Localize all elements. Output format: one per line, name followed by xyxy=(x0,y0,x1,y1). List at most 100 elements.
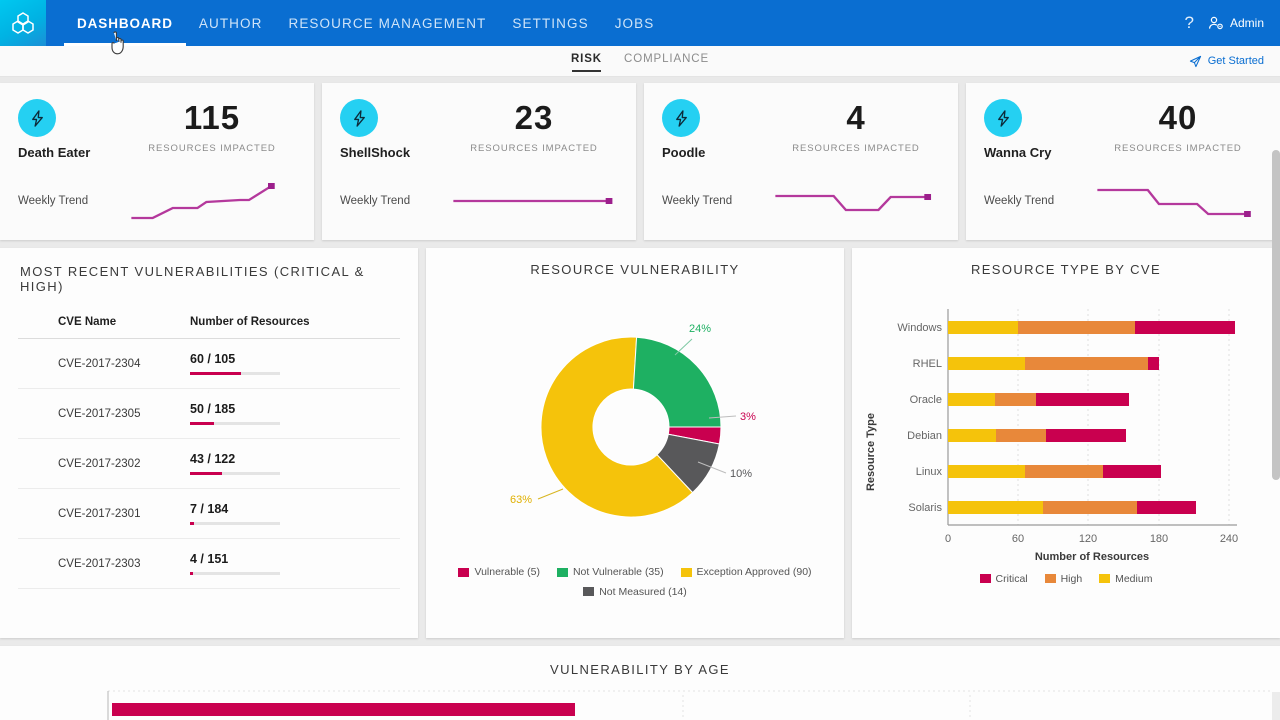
page-scrollbar-track[interactable] xyxy=(1272,692,1280,720)
cell-resources: 50 / 185 xyxy=(190,388,400,439)
help-icon[interactable]: ? xyxy=(1185,13,1194,33)
user-gear-icon xyxy=(1208,16,1223,30)
bar-rhel-medium xyxy=(948,357,1025,370)
get-started-label: Get Started xyxy=(1207,55,1264,67)
table-row[interactable]: CVE-2017-2303 4 / 151 xyxy=(18,538,400,589)
donut-chart: 3% 10% 63% 24% xyxy=(510,323,756,518)
bottom-panel-title: VULNERABILITY BY AGE xyxy=(550,662,730,677)
table-row[interactable]: CVE-2017-2305 50 / 185 xyxy=(18,388,400,439)
kpi-identity: Poodle xyxy=(662,99,772,160)
kpi-trend-label: Weekly Trend xyxy=(18,195,89,207)
cell-cve-name: CVE-2017-2301 xyxy=(18,488,190,539)
bars-y-axis-title: Resource Type xyxy=(865,413,877,491)
page-scrollbar-thumb[interactable] xyxy=(1272,150,1280,480)
ratio-bar-fill xyxy=(190,522,194,525)
donut-label-vulnerable-pct: 3% xyxy=(740,411,756,423)
legend-label-not-vulnerable: Not Vulnerable (35) xyxy=(572,566,664,578)
cell-resources: 43 / 122 xyxy=(190,438,400,489)
column-number-of-resources: Number of Resources xyxy=(190,316,400,339)
kpi-card-poodle[interactable]: Poodle 4 RESOURCES IMPACTED Weekly Trend xyxy=(644,83,958,240)
cell-resources: 7 / 184 xyxy=(190,488,400,539)
kpi-card-death-eater[interactable]: Death Eater 115 RESOURCES IMPACTED Weekl… xyxy=(0,83,314,240)
panel-resource-type-by-cve: RESOURCE TYPE BY CVE Resource Type Windo… xyxy=(852,248,1280,638)
lightning-bolt-icon xyxy=(18,99,56,137)
bar-windows-medium xyxy=(948,321,1018,334)
ratio-bar-fill xyxy=(190,372,241,375)
bar-oracle-medium xyxy=(948,393,995,406)
legend-swatch-vulnerable xyxy=(458,567,470,577)
kpi-card-shellshock[interactable]: ShellShock 23 RESOURCES IMPACTED Weekly … xyxy=(322,83,636,240)
panel-vulnerability-by-age: VULNERABILITY BY AGE xyxy=(0,646,1280,720)
nav-item-settings[interactable]: SETTINGS xyxy=(499,0,601,46)
sparkline-wanna-cry xyxy=(1097,188,1251,217)
legend-item-vulnerable[interactable]: Vulnerable (5) xyxy=(458,563,540,581)
paper-plane-icon xyxy=(1189,55,1201,67)
kpi-caption: RESOURCES IMPACTED xyxy=(470,143,598,154)
legend-item-critical[interactable]: Critical xyxy=(979,572,1028,585)
legend-item-not-vulnerable[interactable]: Not Vulnerable (35) xyxy=(556,563,664,581)
dashboard-app: DASHBOARD AUTHOR RESOURCE MANAGEMENT SET… xyxy=(0,0,1280,720)
bar-oracle-critical xyxy=(1036,393,1129,406)
bar-solaris-high xyxy=(1043,501,1137,514)
legend-item-exception-approved[interactable]: Exception Approved (90) xyxy=(680,563,812,581)
resource-ratio: 50 / 185 xyxy=(190,402,236,416)
bar-age-critical xyxy=(112,703,575,716)
nav-label-author: AUTHOR xyxy=(198,15,263,31)
table-row[interactable]: CVE-2017-2302 43 / 122 xyxy=(18,438,400,489)
stacked-bar-chart: Resource Type Windows RHEL Oracle Debian… xyxy=(865,309,1238,563)
ratio-bar-track xyxy=(190,422,280,425)
nav-item-resource-management[interactable]: RESOURCE MANAGEMENT xyxy=(275,0,499,46)
bars-xtick-120: 120 xyxy=(1079,533,1097,545)
bar-oracle-high xyxy=(995,393,1036,406)
kpi-name: Poodle xyxy=(662,145,706,160)
table-row[interactable]: CVE-2017-2301 7 / 184 xyxy=(18,488,400,539)
tab-risk[interactable]: RISK xyxy=(570,53,603,72)
legend-label-critical: Critical xyxy=(995,572,1028,585)
nav-label-settings: SETTINGS xyxy=(512,15,589,31)
table-row[interactable]: CVE-2017-2304 60 / 105 xyxy=(18,338,400,389)
resource-ratio: 60 / 105 xyxy=(190,352,236,366)
sparkline-poodle xyxy=(775,194,932,212)
kpi-top-row: Death Eater 115 RESOURCES IMPACTED xyxy=(18,99,296,160)
legend-swatch-exception-approved xyxy=(680,567,692,577)
kpi-value: 23 xyxy=(514,99,554,136)
donut-label-exception-pct: 63% xyxy=(510,494,532,506)
bars-panel-title: RESOURCE TYPE BY CVE xyxy=(970,262,1162,277)
cell-cve-name: CVE-2017-2303 xyxy=(18,538,190,589)
tab-compliance[interactable]: COMPLIANCE xyxy=(624,53,709,69)
risk-compliance-tabs: RISK COMPLIANCE xyxy=(570,53,709,72)
bars-cat-debian: Debian xyxy=(907,430,942,442)
legend-swatch-critical xyxy=(979,574,991,583)
legend-label-exception-approved: Exception Approved (90) xyxy=(696,566,812,578)
legend-item-high[interactable]: High xyxy=(1044,573,1082,585)
nav-label-resource-management: RESOURCE MANAGEMENT xyxy=(288,15,487,31)
donut-legend: Vulnerable (5) Not Vulnerable (35) Excep… xyxy=(426,563,844,602)
cell-resources: 60 / 105 xyxy=(190,338,400,389)
donut-chart-area: 3% 10% 63% 24% xyxy=(426,277,844,552)
bars-legend: Critical High Medium xyxy=(852,573,1280,587)
hexagon-rings-logo-icon xyxy=(12,12,34,34)
bar-linux-critical xyxy=(1103,465,1161,478)
kpi-trend-row: Weekly Trend xyxy=(340,178,618,224)
resource-ratio: 4 / 151 xyxy=(190,552,229,566)
nav-item-dashboard[interactable]: DASHBOARD xyxy=(64,0,186,46)
ratio-bar-track xyxy=(190,572,280,575)
get-started-button[interactable]: Get Started xyxy=(1189,55,1264,68)
cve-header-row: CVE Name Number of Resources xyxy=(18,316,400,339)
resource-ratio: 7 / 184 xyxy=(190,502,229,516)
legend-item-not-measured[interactable]: Not Measured (14) xyxy=(583,583,687,601)
tab-risk-label: RISK xyxy=(570,53,603,65)
app-logo[interactable] xyxy=(0,0,46,46)
legend-item-medium[interactable]: Medium xyxy=(1099,573,1152,585)
panel-recent-vulnerabilities: MOST RECENT VULNERABILITIES (CRITICAL & … xyxy=(0,248,418,638)
nav-item-author[interactable]: AUTHOR xyxy=(186,0,276,46)
tab-compliance-label: COMPLIANCE xyxy=(624,53,710,65)
kpi-card-strip: Death Eater 115 RESOURCES IMPACTED Weekl… xyxy=(0,77,1280,240)
bars-xtick-0: 0 xyxy=(945,533,951,545)
bar-windows-critical xyxy=(1135,321,1235,334)
admin-menu[interactable]: Admin xyxy=(1208,15,1264,31)
ratio-bar-fill xyxy=(190,472,222,475)
legend-label-vulnerable: Vulnerable (5) xyxy=(474,566,541,578)
nav-item-jobs[interactable]: JOBS xyxy=(602,0,668,46)
kpi-card-wanna-cry[interactable]: Wanna Cry 40 RESOURCES IMPACTED Weekly T… xyxy=(966,83,1280,240)
